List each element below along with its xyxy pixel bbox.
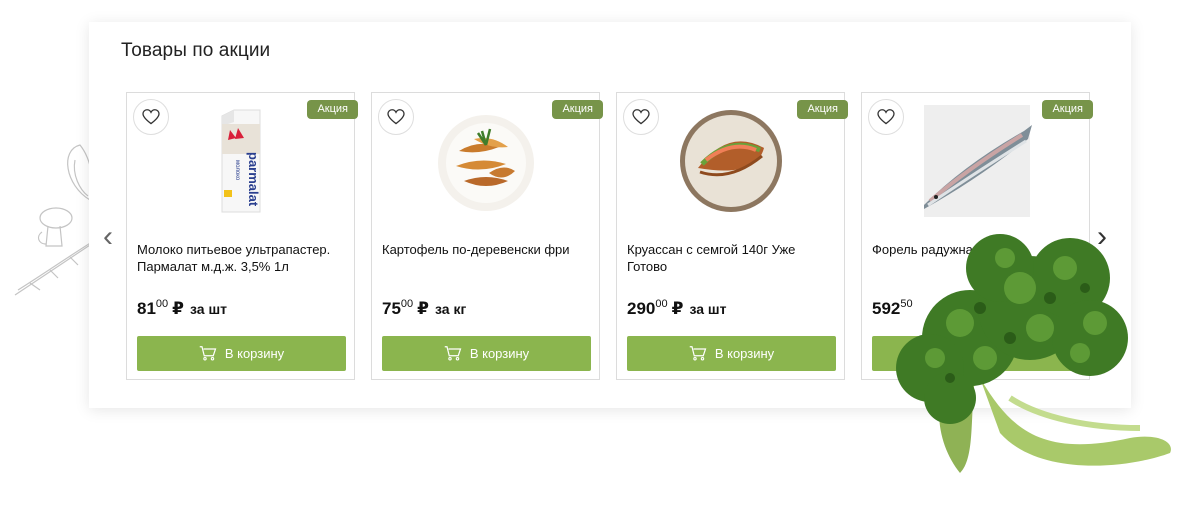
heart-icon bbox=[142, 109, 160, 125]
currency-symbol: ₽ bbox=[172, 299, 185, 318]
price-integer: 290 bbox=[627, 299, 656, 318]
product-price: 29000 ₽ за шт bbox=[627, 298, 727, 319]
add-to-cart-label: В корзину bbox=[224, 346, 285, 361]
heart-icon bbox=[877, 109, 895, 125]
brand-text: parmalat bbox=[246, 152, 261, 207]
price-integer: 75 bbox=[382, 299, 401, 318]
cart-icon bbox=[199, 346, 217, 361]
product-name[interactable]: Молоко питьевое ультрапастер. Пармалат м… bbox=[137, 241, 349, 275]
product-card[interactable]: Акция Форель радужная "Да Ма 59250 bbox=[861, 92, 1093, 380]
add-to-cart-button[interactable] bbox=[872, 336, 1081, 371]
currency-symbol: ₽ bbox=[417, 299, 430, 318]
add-to-cart-label: В корзину bbox=[714, 346, 775, 361]
price-fraction: 00 bbox=[655, 298, 668, 310]
salmon-croissant-image[interactable] bbox=[666, 105, 796, 217]
heart-icon bbox=[632, 109, 650, 125]
section-title: Товары по акции bbox=[121, 40, 271, 61]
add-to-cart-button[interactable]: В корзину bbox=[137, 336, 346, 371]
price-unit: за кг bbox=[435, 301, 467, 317]
favorite-button[interactable] bbox=[623, 99, 659, 135]
product-price: 59250 bbox=[872, 298, 913, 319]
price-unit: за шт bbox=[689, 301, 727, 317]
carton-subtext: молоко bbox=[234, 160, 240, 181]
favorite-button[interactable] bbox=[378, 99, 414, 135]
currency-symbol: ₽ bbox=[671, 299, 684, 318]
product-name[interactable]: Картофель по-деревенски фри bbox=[382, 241, 594, 258]
promo-products-panel: Товары по акции Акция parmalat молоко Мо… bbox=[89, 22, 1131, 408]
trout-fish-image[interactable] bbox=[911, 105, 1041, 217]
add-to-cart-label: В корзину bbox=[469, 346, 530, 361]
promo-badge: Акция bbox=[552, 100, 603, 119]
cart-icon bbox=[689, 346, 707, 361]
price-integer: 592 bbox=[872, 299, 901, 318]
price-fraction: 00 bbox=[155, 298, 169, 310]
product-card[interactable]: Акция parmalat молоко Молоко питьевое ул… bbox=[126, 92, 358, 380]
favorite-button[interactable] bbox=[868, 99, 904, 135]
product-card[interactable]: Акция Круассан с семгой 140г Уже Готово … bbox=[616, 92, 848, 380]
next-arrow[interactable]: › bbox=[1097, 222, 1107, 252]
heart-icon bbox=[387, 109, 405, 125]
promo-badge: Акция bbox=[797, 100, 848, 119]
prev-arrow[interactable]: ‹ bbox=[103, 222, 113, 252]
promo-badge: Акция bbox=[307, 100, 358, 119]
product-price: 7500 ₽ за кг bbox=[382, 298, 467, 319]
price-fraction: 00 bbox=[400, 298, 414, 310]
add-to-cart-button[interactable]: В корзину bbox=[382, 336, 591, 371]
product-name[interactable]: Форель радужная "Да Ма bbox=[872, 241, 1084, 258]
cart-icon bbox=[444, 346, 462, 361]
promo-badge: Акция bbox=[1042, 100, 1093, 119]
milk-carton-image[interactable]: parmalat молоко bbox=[176, 105, 306, 217]
price-unit: за шт bbox=[190, 301, 227, 317]
price-integer: 81 bbox=[137, 299, 156, 318]
product-card[interactable]: Акция Картофель по-деревенски фри 7500 ₽ з… bbox=[371, 92, 603, 380]
product-price: 8100 ₽ за шт bbox=[137, 298, 227, 319]
price-fraction: 50 bbox=[900, 298, 913, 310]
favorite-button[interactable] bbox=[133, 99, 169, 135]
potato-wedges-image[interactable] bbox=[421, 105, 551, 217]
product-name[interactable]: Круассан с семгой 140г Уже Готово bbox=[627, 241, 839, 275]
add-to-cart-button[interactable]: В корзину bbox=[627, 336, 836, 371]
